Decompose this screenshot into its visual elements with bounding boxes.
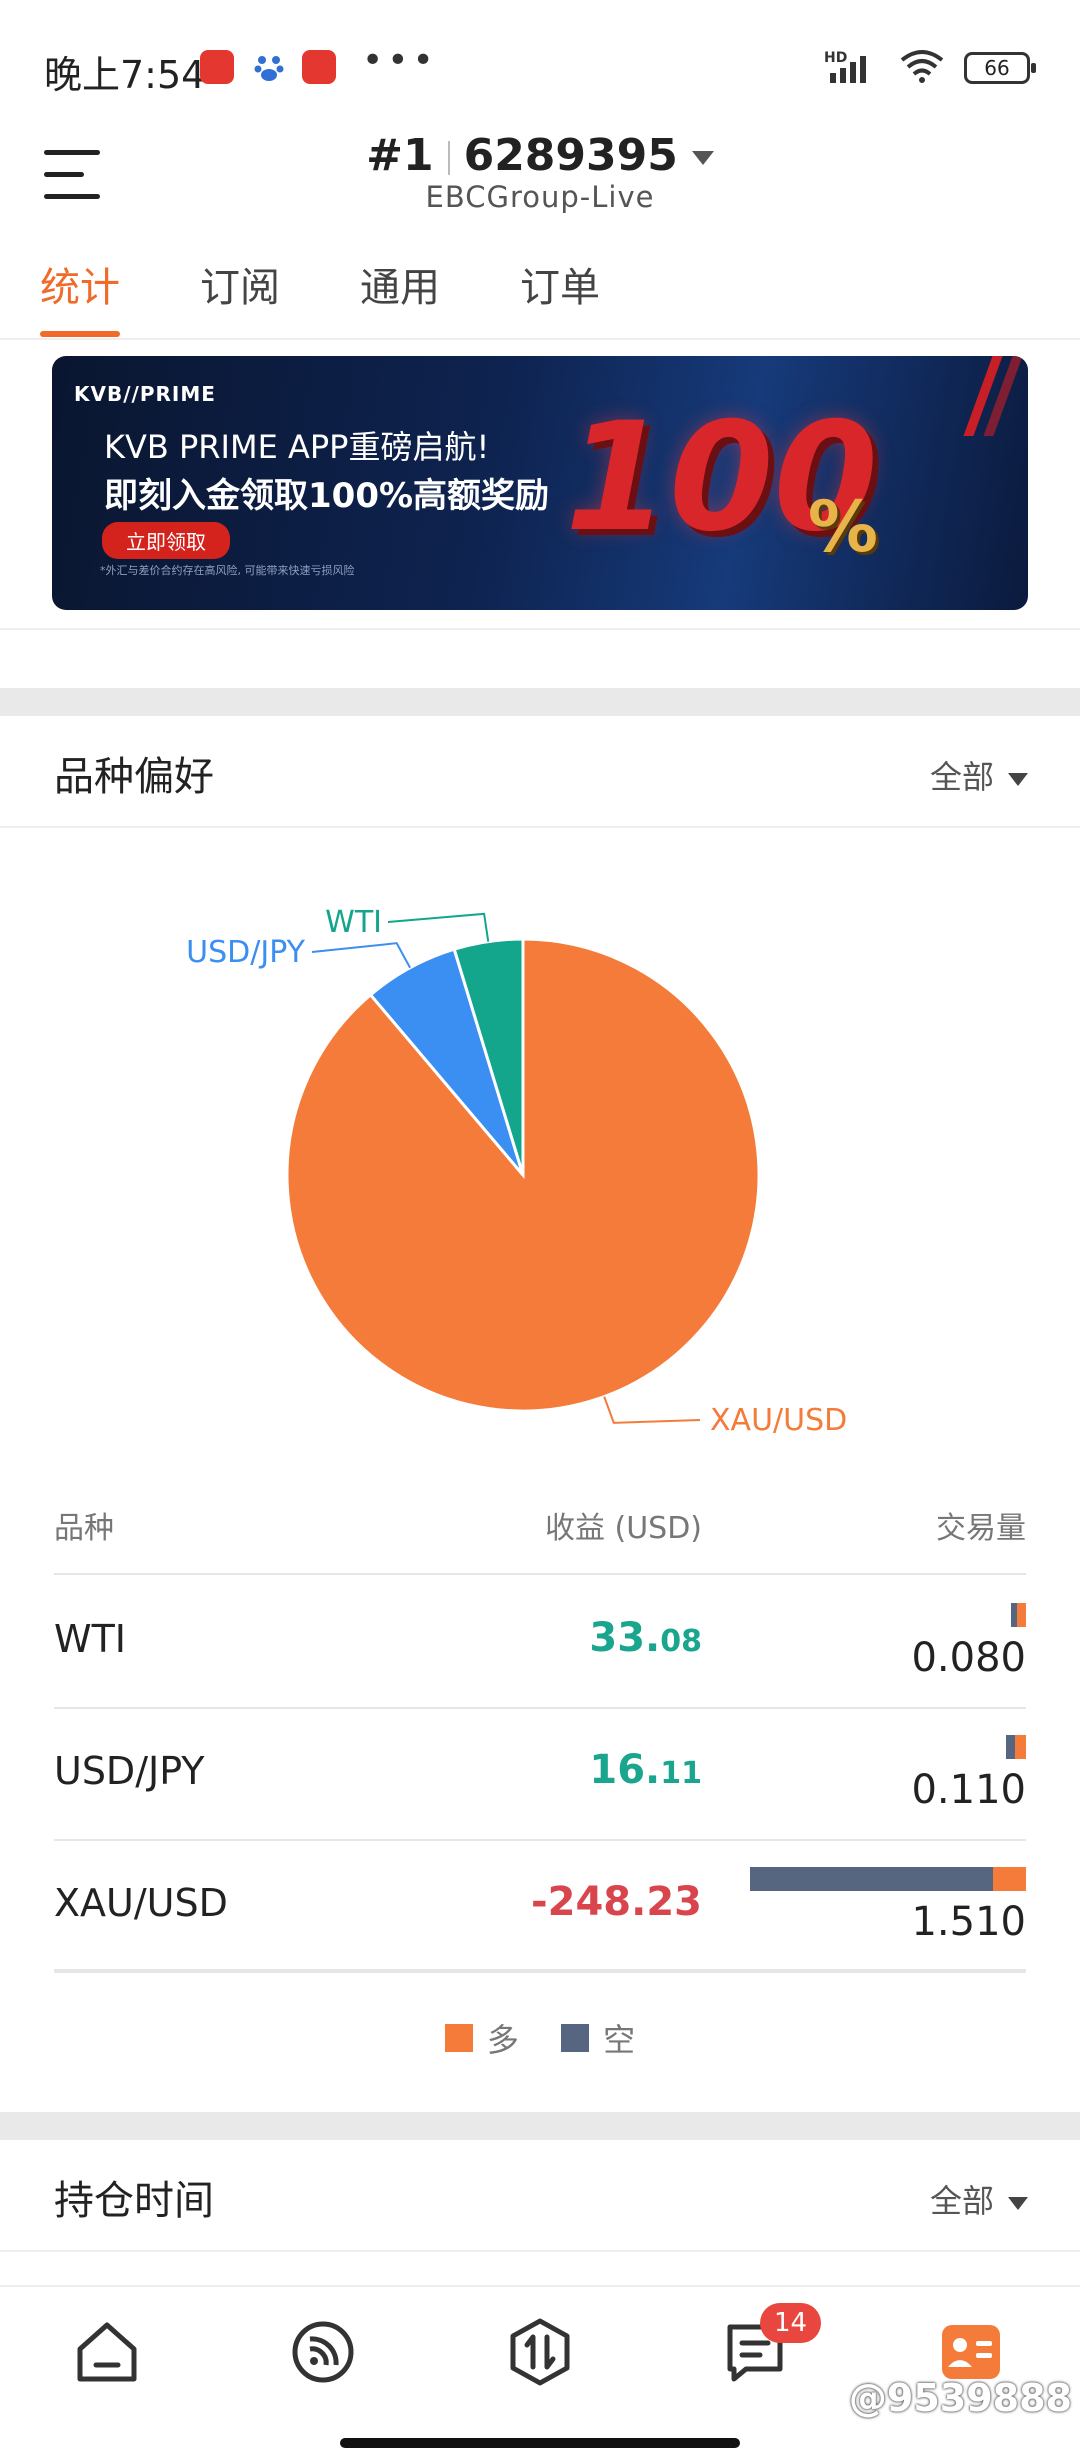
nav-trade-icon[interactable] [505,2317,575,2387]
nav-messages-icon[interactable]: 14 [720,2303,822,2387]
legend-long-swatch [444,2024,473,2052]
legend-short: 空 [561,2015,635,2061]
active-tab-indicator [40,331,120,337]
signal-icon: HD [824,51,880,85]
profit-integer: -248.23 [531,1879,702,1925]
pie-label: WTI [325,905,382,940]
pie-label: USD/JPY [186,935,305,970]
banner-risk-note: *外汇与差价合约存在高风险, 可能带来快速亏损风险 [100,564,355,577]
nav-signals-icon[interactable] [288,2317,358,2387]
legend-short-label: 空 [603,2021,636,2059]
legend-short-swatch [561,2024,590,2052]
status-bar: 晚上7:54 ••• HD 66 [0,0,1080,130]
filter-label: 全部 [929,2182,994,2220]
symbol-name: WTI [54,1617,126,1661]
volume-bar [1005,1735,1026,1759]
section-divider [0,688,1080,716]
table-header: 品种 收益 (USD) 交易量 [54,1495,1026,1575]
holding-filter-dropdown[interactable]: 全部 [930,2176,1028,2222]
notification-app-icon [302,50,336,84]
banner-claim-button[interactable]: 立即领取 [102,522,230,559]
column-symbol: 品种 [54,1511,114,1546]
messages-badge: 14 [760,2303,822,2343]
banner-graphic-percent: % [807,486,878,568]
filter-label: 全部 [929,758,994,796]
profit-integer: 16. [589,1747,661,1793]
symbol-pie-chart: XAU/USD USD/JPY WTI [0,840,1080,1460]
section-divider [0,2112,1080,2140]
promo-banner[interactable]: KVB//PRIME KVB PRIME APP重磅启航! 即刻入金领取100%… [52,356,1028,610]
symbol-name: XAU/USD [54,1881,228,1925]
tab-bar: 统计 订阅 通用 订单 [0,255,1080,340]
volume-bar-short [1005,1735,1015,1759]
section-title: 品种偏好 [54,754,214,800]
more-notifications-icon: ••• [362,40,438,81]
symbol-profit: -248.23 [531,1879,702,1925]
tab-subscription[interactable]: 订阅 [200,255,280,313]
chevron-down-icon [691,151,714,165]
symbol-profit: 16.11 [589,1747,702,1793]
table-row[interactable]: WTI 33.08 0.080 [54,1577,1026,1709]
volume-bar-long [1014,1735,1026,1759]
symbol-volume: 1.510 [911,1899,1026,1945]
chevron-down-icon [1008,2196,1028,2210]
pie-leader-line [603,1396,701,1424]
holding-time-header: 持仓时间 全部 [0,2140,1080,2252]
account-selector[interactable]: #1 6289395 [0,130,1080,181]
symbol-profit: 33.08 [589,1615,702,1661]
banner-brand: KVB//PRIME [74,382,216,406]
legend-long-label: 多 [486,2021,519,2059]
watermark: @9539888 [848,2376,1072,2420]
wifi-icon [898,48,946,88]
profit-integer: 33. [589,1615,661,1661]
volume-bar-long [1017,1603,1026,1627]
volume-legend: 多 空 [0,2015,1080,2061]
tab-general[interactable]: 通用 [360,255,440,313]
legend-long: 多 [444,2015,519,2061]
symbol-volume: 0.110 [911,1767,1026,1813]
home-indicator[interactable] [340,2438,740,2448]
pie-chart-svg: XAU/USD USD/JPY WTI [186,905,847,1438]
section-title: 持仓时间 [54,2178,214,2224]
volume-bar [1011,1603,1026,1627]
battery-icon: 66 [964,52,1036,84]
pie-leader-line [311,942,411,969]
profit-decimal: 08 [660,1624,702,1659]
table-row[interactable]: XAU/USD -248.23 1.510 [54,1841,1026,1973]
banner-subheadline: 即刻入金领取100%高额奖励 [104,476,550,516]
community-app-icon [200,50,234,84]
table-row[interactable]: USD/JPY 16.11 0.110 [54,1709,1026,1841]
profit-decimal: 11 [660,1756,702,1791]
volume-bar-long [992,1867,1026,1891]
nav-home-icon[interactable] [72,2317,142,2387]
status-time: 晚上7:54 [44,53,206,97]
server-name: EBCGroup-Live [425,180,655,214]
symbol-filter-dropdown[interactable]: 全部 [930,752,1028,798]
tab-statistics[interactable]: 统计 [40,255,120,313]
baidu-app-icon [252,50,286,84]
column-volume: 交易量 [936,1511,1026,1546]
symbol-preference-header: 品种偏好 全部 [0,716,1080,828]
account-index: #1 [366,130,434,181]
volume-bar-short [750,1867,993,1891]
pie-label: XAU/USD [710,1403,847,1438]
account-number: 6289395 [463,130,678,181]
column-profit: 收益 (USD) [544,1511,702,1546]
app-header: #1 6289395 EBCGroup-Live [0,130,1080,230]
symbol-volume: 0.080 [911,1635,1026,1681]
pie-leader-line [387,912,490,942]
tab-orders[interactable]: 订单 [520,255,600,313]
volume-bar [750,1867,1026,1891]
chevron-down-icon [1008,772,1028,786]
banner-headline: KVB PRIME APP重磅启航! [104,428,490,466]
symbol-name: USD/JPY [54,1749,205,1793]
